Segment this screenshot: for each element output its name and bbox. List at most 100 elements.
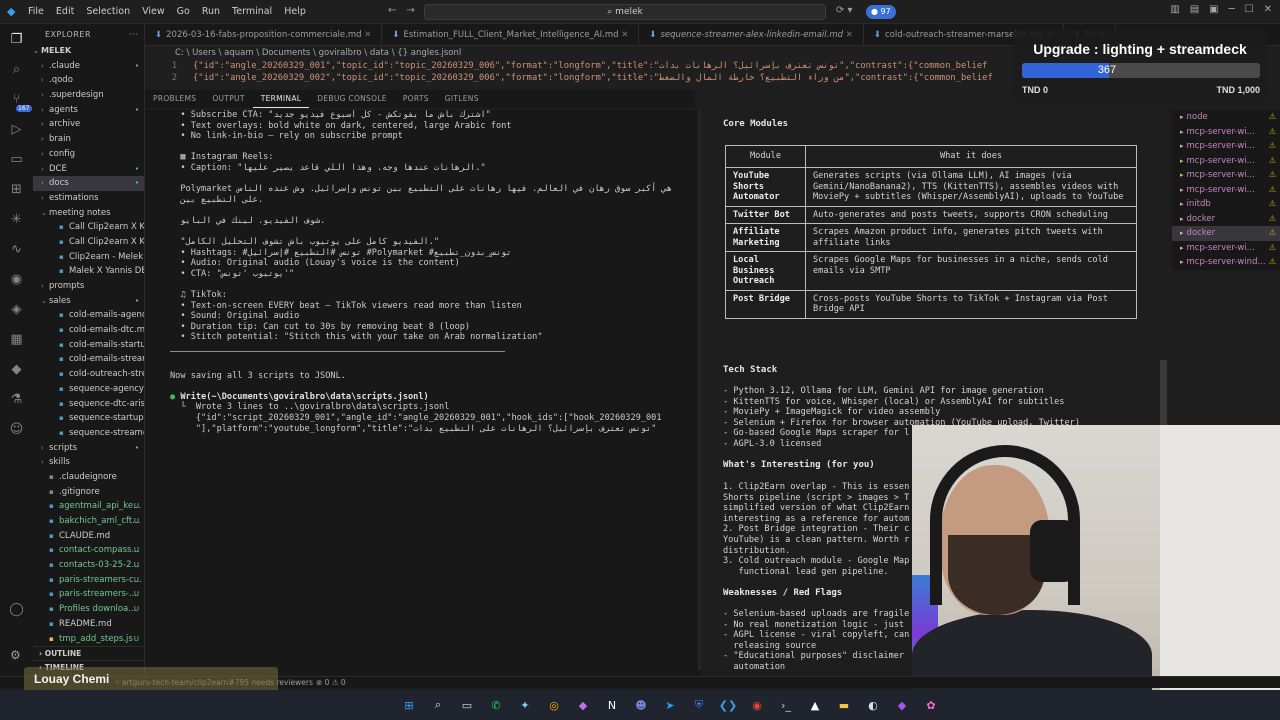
- copilot-chat-icon[interactable]: ☺: [8, 420, 26, 438]
- n8n-icon[interactable]: ∿: [8, 240, 26, 258]
- obs-icon[interactable]: ◐: [864, 696, 882, 714]
- file-item[interactable]: ▪ Clip2earn - Melek G...: [33, 250, 144, 265]
- editor-tab[interactable]: ⬇ Estimation_FULL_Client_Market_Intellige…: [382, 24, 640, 45]
- chrome-dev-icon[interactable]: ◎: [545, 696, 563, 714]
- editor-tab[interactable]: ⬇ sequence-streamer-alex-linkedin-email.m…: [639, 24, 864, 45]
- file-explorer-icon[interactable]: ▬: [835, 696, 853, 714]
- run-debug-icon[interactable]: ▷: [8, 120, 26, 138]
- file-item[interactable]: ▪ cold-emails-agency...: [33, 308, 144, 323]
- file-item[interactable]: ▪ cold-emails-dtc.md: [33, 323, 144, 338]
- right-list-item[interactable]: ▸ mcp-server-wi... ⚠: [1172, 241, 1280, 256]
- chrome-icon[interactable]: ◉: [748, 696, 766, 714]
- panel-tab-debug-console[interactable]: DEBUG CONSOLE: [309, 90, 395, 108]
- right-list-item[interactable]: ▸ mcp-server-wi... ⚠: [1172, 139, 1280, 154]
- gitlens-icon[interactable]: ◈: [8, 300, 26, 318]
- right-list-item[interactable]: ▸ mcp-server-wi... ⚠: [1172, 154, 1280, 169]
- task-view-icon[interactable]: ▭: [458, 696, 476, 714]
- python-icon[interactable]: ◆: [8, 360, 26, 378]
- layout-icon[interactable]: ▥: [1170, 4, 1179, 15]
- close-icon[interactable]: ✕: [362, 30, 371, 40]
- ai-icon[interactable]: ✳: [8, 210, 26, 228]
- right-list-item[interactable]: ▸ mcp-server-wind... ⚠: [1172, 255, 1280, 270]
- file-item[interactable]: ▪ tmp_add_steps.js U: [33, 632, 144, 647]
- file-item[interactable]: ▪ Profiles downloa... U: [33, 602, 144, 617]
- file-item[interactable]: ▪ paris-streamers-c... U: [33, 573, 144, 588]
- search-icon[interactable]: ⌕: [8, 60, 26, 78]
- editor-tab[interactable]: ⬇ 2026-03-16-fabs-proposition-commerciale…: [145, 24, 383, 45]
- folder-item[interactable]: › .claude •: [33, 59, 144, 74]
- sidebar-toggle-icon[interactable]: ▣: [1209, 4, 1218, 15]
- discord-icon[interactable]: ☻: [632, 696, 650, 714]
- file-item[interactable]: ▪ sequence-agency-sa...: [33, 382, 144, 397]
- file-item[interactable]: ▪ contact-compass... U: [33, 543, 144, 558]
- github-icon[interactable]: ◉: [8, 270, 26, 288]
- file-item[interactable]: ▪ agentmail_api_ke... U: [33, 499, 144, 514]
- file-item[interactable]: ▪ paris-streamers-... U: [33, 587, 144, 602]
- folder-item[interactable]: › skills: [33, 455, 144, 470]
- source-control-icon[interactable]: ⑂ 167: [8, 90, 32, 112]
- file-item[interactable]: ▪ cold-outreach-strea...: [33, 367, 144, 382]
- minimize-button[interactable]: ─: [1229, 4, 1235, 15]
- terminal-scrollbar[interactable]: [698, 110, 701, 670]
- folder-item[interactable]: › brain: [33, 132, 144, 147]
- docker-icon[interactable]: ▦: [8, 330, 26, 348]
- extensions-icon[interactable]: ⊞: [8, 180, 26, 198]
- file-item[interactable]: ▪ cold-emails-startup...: [33, 338, 144, 353]
- file-item[interactable]: ▪ sequence-startup-bil...: [33, 411, 144, 426]
- file-item[interactable]: ▪ .gitignore: [33, 485, 144, 500]
- folder-item[interactable]: › agents •: [33, 103, 144, 118]
- menu-item-go[interactable]: Go: [171, 6, 196, 17]
- menu-item-edit[interactable]: Edit: [50, 6, 80, 17]
- folder-item[interactable]: › config: [33, 147, 144, 162]
- notification-badge[interactable]: ● 97: [866, 5, 896, 19]
- folder-item[interactable]: › archive: [33, 117, 144, 132]
- folder-item[interactable]: › prompts: [33, 279, 144, 294]
- app4-icon[interactable]: ✿: [922, 696, 940, 714]
- folder-item[interactable]: › .superdesign: [33, 88, 144, 103]
- file-item[interactable]: ▪ .claudeignore: [33, 470, 144, 485]
- app2-icon[interactable]: ▲: [806, 696, 824, 714]
- file-item[interactable]: ▪ bakchich_aml_cft... U: [33, 514, 144, 529]
- panel-tab-terminal[interactable]: TERMINAL: [252, 90, 310, 108]
- app3-icon[interactable]: ◆: [893, 696, 911, 714]
- file-item[interactable]: ▪ README.md: [33, 617, 144, 632]
- manage-gear-icon[interactable]: ⚙: [10, 648, 21, 662]
- file-item[interactable]: ▪ CLAUDE.md: [33, 529, 144, 544]
- notion-icon[interactable]: N: [603, 696, 621, 714]
- menu-item-view[interactable]: View: [136, 6, 171, 17]
- more-actions-icon[interactable]: ···: [129, 30, 138, 39]
- close-button[interactable]: ✕: [1264, 4, 1272, 15]
- app-icon[interactable]: ◆: [574, 696, 592, 714]
- file-item[interactable]: ▪ Call Clip2earn X Kos...: [33, 235, 144, 250]
- file-item[interactable]: ▪ Malek X Yannis DEBR...: [33, 264, 144, 279]
- copilot-icon[interactable]: ⟳ ▾: [836, 5, 853, 16]
- folder-item[interactable]: › scripts •: [33, 441, 144, 456]
- terminal-icon[interactable]: ›_: [777, 696, 795, 714]
- panel-toggle-icon[interactable]: ▤: [1190, 4, 1199, 15]
- outline-section[interactable]: › OUTLINE: [33, 646, 144, 660]
- copilot-icon[interactable]: ✦: [516, 696, 534, 714]
- folder-item[interactable]: › DCE •: [33, 162, 144, 177]
- close-icon[interactable]: ✕: [619, 30, 628, 40]
- file-item[interactable]: ▪ Call Clip2earn X Kos...: [33, 220, 144, 235]
- testing-icon[interactable]: ⚗: [8, 390, 26, 408]
- right-list-item[interactable]: ▸ node ⚠: [1172, 110, 1280, 125]
- panel-tab-gitlens[interactable]: GITLENS: [437, 90, 487, 108]
- panel-tab-output[interactable]: OUTPUT: [204, 90, 252, 108]
- terminal-output[interactable]: • Subscribe CTA: "اشترك باش ما يفوتكش - …: [145, 110, 701, 676]
- file-item[interactable]: ▪ cold-emails-streame...: [33, 352, 144, 367]
- folder-item[interactable]: › .qodo: [33, 73, 144, 88]
- right-list-item[interactable]: ▸ mcp-server-wi... ⚠: [1172, 168, 1280, 183]
- close-icon[interactable]: ✕: [843, 30, 853, 40]
- file-item[interactable]: ▪ contacts-03-25-2... U: [33, 558, 144, 573]
- folder-item[interactable]: ⌄ sales •: [33, 294, 144, 309]
- right-list-item[interactable]: ▸ mcp-server-wi... ⚠: [1172, 125, 1280, 140]
- nav-arrows[interactable]: ←→: [388, 5, 425, 16]
- menu-item-selection[interactable]: Selection: [80, 6, 136, 17]
- command-center-search[interactable]: ⌕ melek: [424, 4, 826, 20]
- vscode-icon[interactable]: ❮❯: [719, 696, 737, 714]
- explorer-icon[interactable]: ❐: [8, 30, 26, 48]
- right-list-item[interactable]: ▸ docker ⚠: [1172, 226, 1280, 241]
- panel-tab-ports[interactable]: PORTS: [395, 90, 437, 108]
- bitwarden-icon[interactable]: ⛨: [690, 696, 708, 714]
